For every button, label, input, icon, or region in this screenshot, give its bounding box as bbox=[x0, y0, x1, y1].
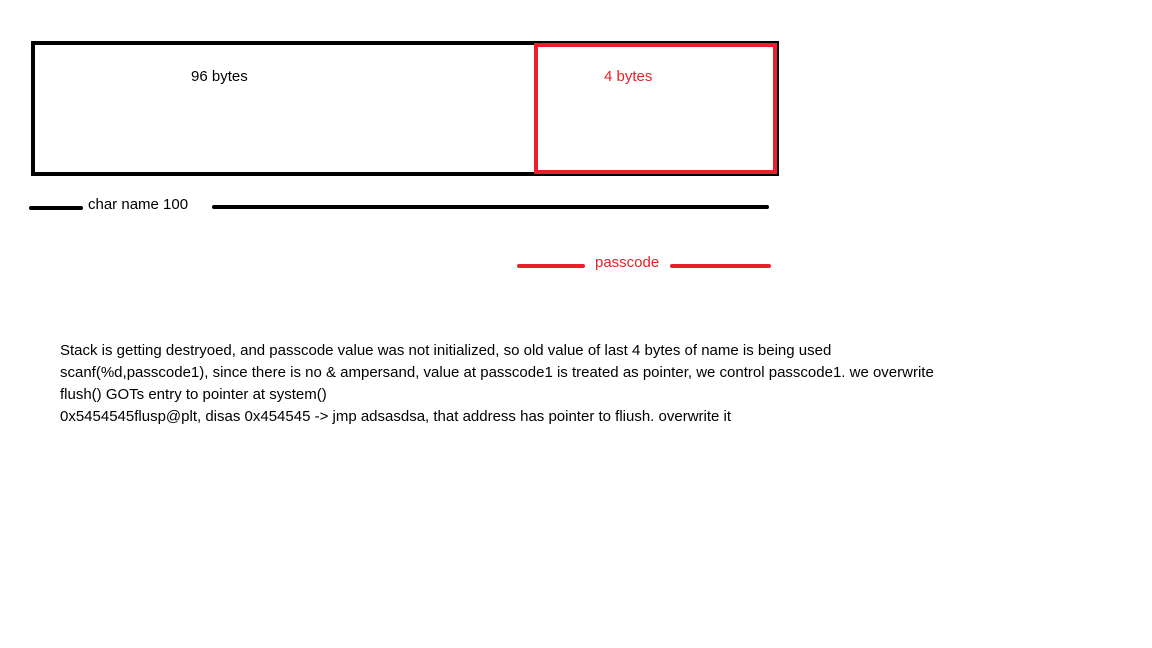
name-brace-right-line bbox=[212, 205, 769, 209]
note-line: scanf(%d,passcode1), since there is no &… bbox=[60, 364, 934, 381]
passcode-brace-right-line bbox=[670, 264, 771, 268]
note-line: flush() GOTs entry to pointer at system(… bbox=[60, 386, 327, 403]
passcode-brace-left-line bbox=[517, 264, 585, 268]
passcode-size-label: 4 bytes bbox=[604, 68, 653, 85]
buffer-size-label: 96 bytes bbox=[191, 68, 248, 85]
note-line: Stack is getting destryoed, and passcode… bbox=[60, 342, 832, 359]
passcode-region-box bbox=[534, 43, 777, 174]
exploit-notes: Stack is getting destryoed, and passcode… bbox=[60, 340, 1060, 428]
note-line: 0x5454545flusp@plt, disas 0x454545 -> jm… bbox=[60, 408, 732, 425]
passcode-brace-label: passcode bbox=[595, 254, 660, 271]
name-brace-left-line bbox=[29, 206, 83, 210]
name-brace-label: char name 100 bbox=[88, 196, 189, 213]
